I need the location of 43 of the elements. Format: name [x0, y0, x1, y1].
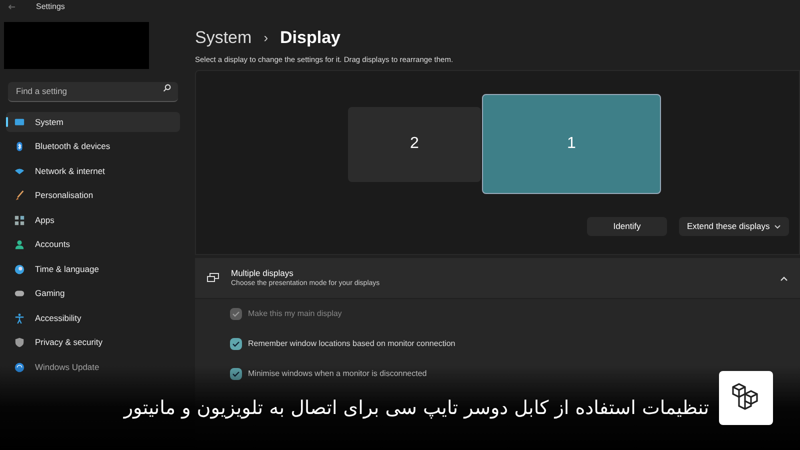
checkmark-icon	[232, 341, 240, 348]
window-title: Settings	[36, 1, 65, 13]
chevron-down-icon	[774, 224, 781, 229]
section-title: Multiple displays	[231, 266, 294, 280]
checkmark-icon	[232, 311, 240, 318]
option-label: Make this my main display	[248, 308, 342, 320]
nav-item[interactable]: Personalisation	[6, 186, 180, 206]
checkbox[interactable]	[230, 368, 242, 380]
nav-item[interactable]: Network & internet	[6, 161, 180, 181]
monitors-icon	[207, 273, 219, 284]
option-label: Remember window locations based on monitor connection	[248, 338, 456, 350]
accessibility-icon	[14, 312, 25, 324]
nav-item[interactable]: Accounts	[6, 234, 180, 254]
apps-icon	[14, 214, 25, 226]
breadcrumb-link[interactable]: System	[195, 25, 252, 51]
nav-item[interactable]: Time & language	[6, 259, 180, 279]
person-icon	[14, 239, 25, 250]
search-icon[interactable]	[163, 84, 171, 92]
display-mode-dropdown[interactable]: Extend these displays	[679, 217, 789, 236]
nav-item[interactable]: Apps	[6, 210, 180, 230]
back-icon[interactable]	[8, 4, 16, 10]
monitor-icon	[14, 116, 25, 128]
nav-item[interactable]: Windows Update	[6, 357, 180, 377]
breadcrumb-separator: ›	[264, 29, 268, 48]
option-label: Minimise windows when a monitor is disconnected	[248, 368, 427, 380]
chevron-up-icon[interactable]	[780, 276, 788, 281]
brush-icon	[14, 190, 25, 201]
nav-item[interactable]: Accessibility	[6, 308, 180, 328]
checkbox[interactable]	[230, 338, 242, 350]
monitor-tile[interactable]: 1	[482, 94, 661, 194]
monitor-tile[interactable]: 2	[348, 106, 481, 182]
checkmark-icon	[232, 371, 240, 378]
shield-icon	[14, 337, 25, 348]
nav-item[interactable]: Privacy & security	[6, 332, 180, 352]
logo-icon	[719, 370, 773, 424]
nav-item[interactable]: Bluetooth & devices	[6, 136, 180, 156]
caption-text: تنظیمات استفاده از کابل دوسر تایپ سی برای اتصال به تلویزیون و مانیتور	[124, 396, 709, 422]
search-field[interactable]: Find a setting	[8, 82, 178, 102]
page-title: Display	[280, 27, 341, 50]
nav-item[interactable]: System	[6, 112, 180, 132]
identify-button[interactable]: Identify	[587, 217, 667, 236]
bluetooth-icon	[14, 141, 25, 152]
nav-item[interactable]: Gaming	[6, 284, 180, 304]
